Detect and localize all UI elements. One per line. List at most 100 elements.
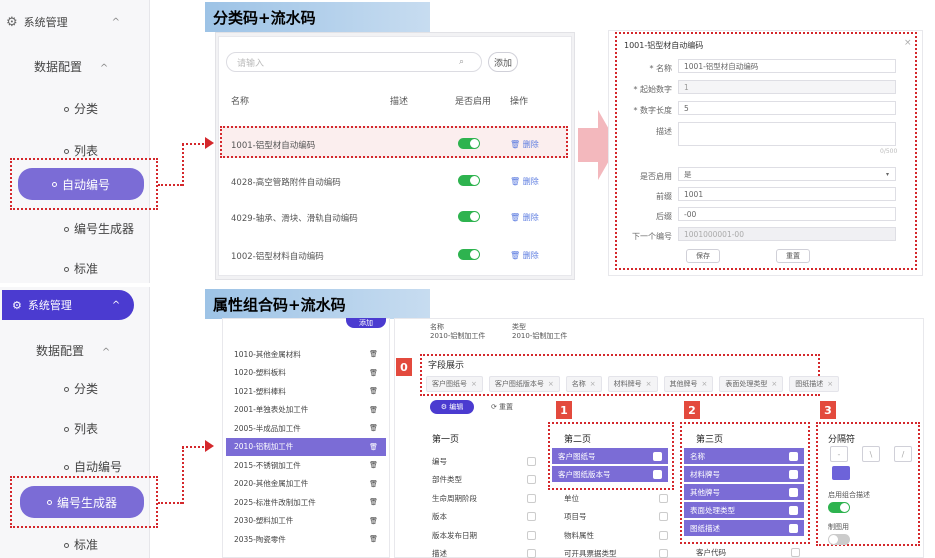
sidebar-header-system[interactable]: ⚙ 系统管理 ^ xyxy=(6,14,120,30)
checkbox-icon[interactable] xyxy=(659,549,668,558)
separator-option[interactable]: / xyxy=(894,446,912,462)
table-row-name[interactable]: 4028-高空管路附件自动编码 xyxy=(231,176,341,188)
checkbox-icon[interactable] xyxy=(659,493,668,503)
checkbox-checked-icon[interactable] xyxy=(653,469,662,479)
trash-icon[interactable]: 🗑 xyxy=(369,517,378,525)
sidebar-item-standard[interactable]: 标准 xyxy=(64,536,98,553)
field-row[interactable]: 版本 xyxy=(432,508,536,527)
close-icon[interactable]: × xyxy=(702,380,708,388)
delete-link[interactable]: 🗑 删除 xyxy=(510,139,539,150)
trash-icon[interactable]: 🗑 xyxy=(369,424,378,432)
field-chip[interactable]: 客户图纸号 × xyxy=(426,376,483,392)
sidebar-header-system[interactable]: ⚙ 系统管理 ^ xyxy=(2,290,134,320)
checkbox-icon[interactable] xyxy=(659,512,668,522)
trash-icon[interactable]: 🗑 xyxy=(369,535,378,543)
separator-option[interactable]: - xyxy=(830,446,848,462)
table-row-name[interactable]: 4029-轴承、滑块、滑轨自动编码 xyxy=(231,212,358,224)
sidebar-item-generator[interactable]: 编号生成器 xyxy=(64,220,134,237)
list-item[interactable]: 1020-塑料板料 🗑 xyxy=(226,364,386,383)
trash-icon[interactable]: 🗑 xyxy=(369,387,378,395)
checkbox-icon[interactable] xyxy=(527,530,536,540)
field-row[interactable]: 部件类型 xyxy=(432,471,536,490)
add-button[interactable]: 添加 xyxy=(346,318,386,328)
list-item[interactable]: 2035-陶瓷零件 🗑 xyxy=(226,530,386,549)
sidebar-item-standard[interactable]: 标准 xyxy=(64,260,98,277)
list-item[interactable]: 2020-其他金属加工件 🗑 xyxy=(226,475,386,494)
sidebar-item-generator[interactable]: 编号生成器 xyxy=(20,486,144,518)
delete-link[interactable]: 🗑 删除 xyxy=(510,212,539,223)
delete-link[interactable]: 🗑 删除 xyxy=(510,176,539,187)
edit-button[interactable]: ⚙ 编辑 xyxy=(430,400,474,414)
close-icon[interactable]: × xyxy=(771,380,777,388)
trash-icon[interactable]: 🗑 xyxy=(369,406,378,414)
close-icon[interactable]: × xyxy=(548,380,554,388)
list-item[interactable]: 2001-单独表处加工件 🗑 xyxy=(226,401,386,420)
field-row[interactable]: 单位 xyxy=(564,489,668,508)
field-row[interactable]: 项目号 xyxy=(564,508,668,527)
sidebar-item-list[interactable]: 列表 xyxy=(64,420,98,437)
checkbox-icon[interactable] xyxy=(527,512,536,522)
enabled-toggle[interactable] xyxy=(458,138,480,149)
field-chip[interactable]: 材料牌号 × xyxy=(607,376,658,392)
field-row[interactable]: 客户代码 xyxy=(696,546,800,558)
close-icon[interactable]: × xyxy=(827,380,833,388)
description-textarea[interactable] xyxy=(678,122,896,146)
separator-selected-swatch[interactable] xyxy=(832,466,850,480)
prefix-field[interactable]: 1001 xyxy=(678,187,896,201)
field-row[interactable]: 生命周期阶段 xyxy=(432,489,536,508)
list-item[interactable]: 2015-不锈钢加工件 🗑 xyxy=(226,456,386,475)
table-row-name[interactable]: 1001-铝型材自动编码 xyxy=(231,139,315,151)
field-chip[interactable]: 图纸描述 × xyxy=(789,376,840,392)
list-item[interactable]: 2025-标准件改制加工件 🗑 xyxy=(226,493,386,512)
delete-link[interactable]: 🗑 删除 xyxy=(510,250,539,261)
digit-length-field[interactable]: 5 xyxy=(678,101,896,115)
close-icon[interactable]: × xyxy=(646,380,652,388)
checkbox-icon[interactable] xyxy=(527,549,536,558)
add-button[interactable]: 添加 xyxy=(488,52,518,72)
separator-option[interactable]: \ xyxy=(862,446,880,462)
sidebar-item-auto-number[interactable]: 自动编号 xyxy=(64,458,122,475)
close-icon[interactable]: × xyxy=(904,38,912,48)
selected-field[interactable]: 名称 xyxy=(684,448,804,464)
table-row-name[interactable]: 1002-铝型材料自动编码 xyxy=(231,250,324,262)
field-chip[interactable]: 名称 × xyxy=(565,376,602,392)
checkbox-checked-icon[interactable] xyxy=(789,487,798,497)
checkbox-icon[interactable] xyxy=(527,493,536,503)
field-row[interactable]: 版本发布日期 xyxy=(432,526,536,545)
trash-icon[interactable]: 🗑 xyxy=(369,350,378,358)
selected-field[interactable]: 表面处理类型 xyxy=(684,502,804,518)
enabled-select[interactable]: 是 ▾ xyxy=(678,167,896,181)
list-item[interactable]: 2010-铝制加工件 🗑 xyxy=(226,437,386,456)
checkbox-icon[interactable] xyxy=(527,475,536,485)
field-chip[interactable]: 其他牌号 × xyxy=(663,376,714,392)
selected-field[interactable]: 客户图纸号 xyxy=(552,448,668,464)
sidebar-sub-data-config[interactable]: 数据配置 ^ xyxy=(36,342,110,359)
suffix-field[interactable]: -00 xyxy=(678,207,896,221)
close-icon[interactable]: × xyxy=(471,380,477,388)
selected-field[interactable]: 其他牌号 xyxy=(684,484,804,500)
field-chip[interactable]: 客户图纸版本号 × xyxy=(488,376,560,392)
name-field[interactable]: 1001-铝型材自动编码 xyxy=(678,59,896,73)
checkbox-checked-icon[interactable] xyxy=(789,505,798,515)
start-number-field[interactable]: 1 xyxy=(678,80,896,94)
save-button[interactable]: 保存 xyxy=(686,249,720,263)
field-row[interactable]: 物料属性 xyxy=(564,526,668,545)
search-icon[interactable]: ⌕ xyxy=(459,57,464,67)
checkbox-checked-icon[interactable] xyxy=(789,469,798,479)
list-item[interactable]: 1010-其他金属材料 🗑 xyxy=(226,345,386,364)
list-item[interactable]: 2030-塑料加工件 🗑 xyxy=(226,512,386,531)
trash-icon[interactable]: 🗑 xyxy=(369,443,378,451)
checkbox-icon[interactable] xyxy=(527,456,536,466)
list-item[interactable]: 2005-半成品加工件 🗑 xyxy=(226,419,386,438)
trash-icon[interactable]: 🗑 xyxy=(369,498,378,506)
sidebar-sub-data-config[interactable]: 数据配置 ^ xyxy=(34,58,108,75)
selected-field[interactable]: 材料牌号 xyxy=(684,466,804,482)
selected-field[interactable]: 客户图纸版本号 xyxy=(552,466,668,482)
sidebar-item-classify[interactable]: 分类 xyxy=(64,380,98,397)
sidebar-item-classify[interactable]: 分类 xyxy=(64,100,98,117)
enabled-toggle[interactable] xyxy=(458,211,480,222)
close-icon[interactable]: × xyxy=(590,380,596,388)
sidebar-item-auto-number[interactable]: 自动编号 xyxy=(18,168,144,200)
field-row[interactable]: 描述 xyxy=(432,545,536,558)
sidebar-item-list[interactable]: 列表 xyxy=(64,142,98,159)
